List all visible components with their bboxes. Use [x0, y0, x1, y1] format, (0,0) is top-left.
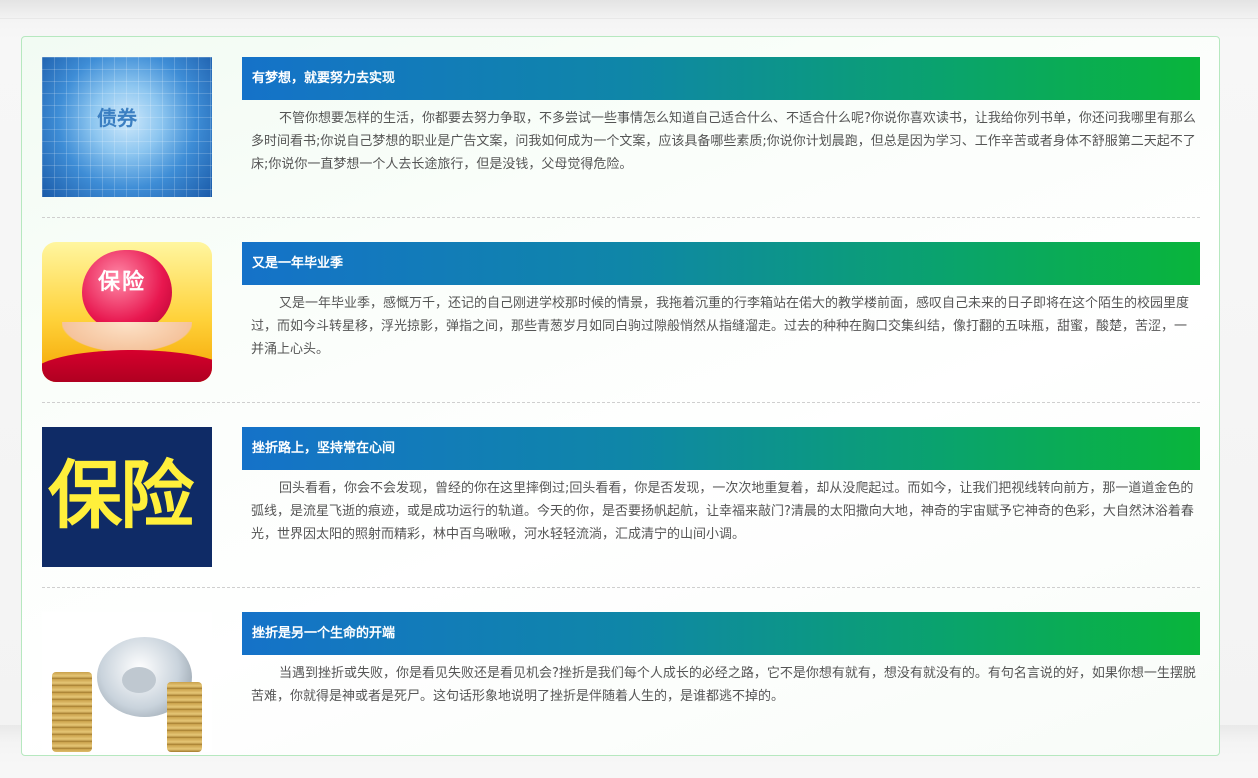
article-title[interactable]: 挫折是另一个生命的开端 [242, 612, 1200, 655]
article-title[interactable]: 有梦想，就要努力去实现 [242, 57, 1200, 100]
item-divider [42, 402, 1200, 403]
insurance-text-image[interactable]: 保险 [42, 427, 212, 567]
item-divider [42, 217, 1200, 218]
coin-stack-left [52, 672, 92, 752]
article-item[interactable]: 挫折是另一个生命的开端 当遇到挫折或失败，你是看见失败还是看见机会?挫折是我们每… [42, 592, 1200, 778]
article-title[interactable]: 又是一年毕业季 [242, 242, 1200, 285]
article-item[interactable]: 债券 有梦想，就要努力去实现 不管你想要怎样的生活，你都要去努力争取，不多尝试一… [42, 37, 1200, 223]
article-list-panel: 债券 有梦想，就要努力去实现 不管你想要怎样的生活，你都要去努力争取，不多尝试一… [21, 36, 1220, 756]
red-wave-shape [42, 350, 212, 382]
heart-hands-image[interactable]: 保险 [42, 242, 212, 382]
item-divider [42, 587, 1200, 588]
hands-shape [62, 322, 192, 352]
article-summary: 又是一年毕业季，感慨万千，还记的自己刚进学校那时候的情景，我拖着沉重的行李箱站在… [251, 296, 1190, 357]
article-item[interactable]: 保险 又是一年毕业季 又是一年毕业季，感慨万千，还记的自己刚进学校那时候的情景，… [42, 222, 1200, 408]
piggy-snout-shape [122, 667, 156, 693]
article-summary: 不管你想要怎样的生活，你都要去努力争取，不多尝试一些事情怎么知道自己适合什么、不… [251, 111, 1196, 172]
image-caption: 保险 [98, 270, 147, 295]
coin-stack-right [167, 682, 202, 752]
article-item[interactable]: 保险 挫折路上，坚持常在心间 回头看看，你会不会发现，曾经的你在这里摔倒过;回头… [42, 407, 1200, 593]
top-header-strip [0, 0, 1258, 19]
bonds-image[interactable]: 债券 [42, 57, 212, 197]
article-summary: 回头看看，你会不会发现，曾经的你在这里摔倒过;回头看看，你是否发现，一次次地重复… [251, 481, 1194, 542]
article-summary: 当遇到挫折或失败，你是看见失败还是看见机会?挫折是我们每个人成长的必经之路，它不… [251, 666, 1196, 704]
piggy-bank-image[interactable] [42, 612, 212, 752]
article-title[interactable]: 挫折路上，坚持常在心间 [242, 427, 1200, 470]
image-caption: 保险 [48, 453, 194, 539]
image-caption: 债券 [97, 106, 137, 130]
